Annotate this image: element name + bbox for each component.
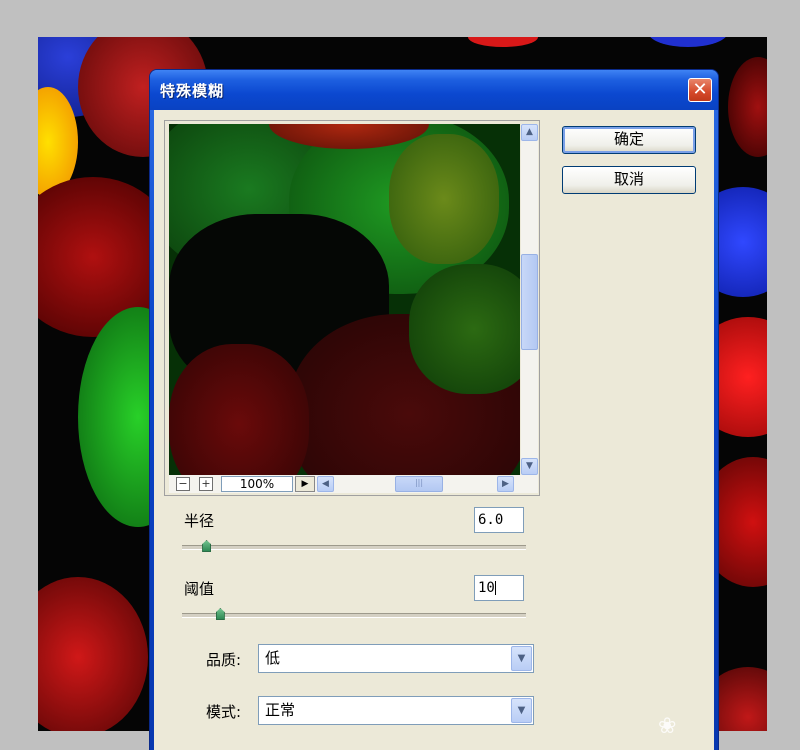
preview-shape: [389, 134, 499, 264]
mode-label: 模式:: [206, 703, 242, 721]
radius-input[interactable]: 6.0: [474, 507, 524, 533]
dialog-title: 特殊模糊: [160, 82, 225, 100]
preview-toolbar: − + 100% ▶ ◀ ||| ▶: [169, 475, 538, 493]
threshold-label: 阈值: [184, 580, 215, 598]
vertical-scroll-thumb[interactable]: [521, 254, 538, 350]
scroll-right-button[interactable]: ▶: [497, 476, 514, 492]
horizontal-scroll-thumb[interactable]: |||: [395, 476, 443, 492]
chevron-down-icon: ▼: [526, 461, 533, 471]
scroll-down-button[interactable]: ▼: [521, 458, 538, 475]
mode-dropdown-button[interactable]: ▼: [511, 698, 532, 723]
mode-select[interactable]: 正常 ▼: [258, 696, 534, 725]
grip-icon: |||: [414, 478, 424, 487]
chevron-up-icon: ▲: [526, 127, 533, 137]
close-icon: ✕: [692, 79, 708, 100]
quality-value: 低: [265, 649, 281, 667]
preview-image[interactable]: [169, 124, 520, 475]
chevron-down-icon: ▼: [517, 705, 526, 716]
triangle-right-icon: ▶: [301, 479, 309, 489]
dialog-body: ▲ ▼ − + 100% ▶ ◀ ||| ▶ 确定 取消 半径 6.0 阈值 1…: [154, 110, 714, 750]
chevron-down-icon: ▼: [517, 653, 526, 664]
zoom-in-button[interactable]: +: [199, 477, 213, 491]
mode-value: 正常: [265, 701, 296, 719]
chevron-left-icon: ◀: [322, 479, 329, 489]
quality-label: 品质:: [206, 651, 242, 669]
zoom-menu-button[interactable]: ▶: [295, 476, 315, 492]
zoom-level-field[interactable]: 100%: [221, 476, 293, 492]
threshold-slider-thumb[interactable]: [215, 608, 225, 620]
quality-dropdown-button[interactable]: ▼: [511, 646, 532, 671]
scroll-up-button[interactable]: ▲: [521, 124, 538, 141]
preview-panel: ▲ ▼ − + 100% ▶ ◀ ||| ▶: [164, 120, 540, 496]
threshold-slider-track[interactable]: [182, 613, 526, 618]
canvas-blob: [38, 577, 148, 731]
special-blur-dialog: 特殊模糊 ✕ ▲ ▼ − + 100% ▶ ◀ ||| ▶ 确定 取消 半径 6…: [150, 70, 718, 750]
zoom-out-button[interactable]: −: [176, 477, 190, 491]
ok-button[interactable]: 确定: [562, 126, 696, 154]
close-button[interactable]: ✕: [688, 78, 712, 102]
cancel-button[interactable]: 取消: [562, 166, 696, 194]
minus-icon: −: [178, 477, 188, 490]
radius-label: 半径: [184, 512, 215, 530]
vertical-scrollbar[interactable]: ▲ ▼: [521, 124, 538, 475]
title-bar[interactable]: 特殊模糊 ✕: [150, 70, 718, 110]
threshold-input[interactable]: 10: [474, 575, 524, 601]
quality-select[interactable]: 低 ▼: [258, 644, 534, 673]
canvas-blob: [728, 57, 767, 157]
scroll-left-button[interactable]: ◀: [317, 476, 334, 492]
chevron-right-icon: ▶: [502, 479, 509, 489]
canvas-blob: [648, 37, 728, 47]
plus-icon: +: [201, 477, 211, 490]
threshold-value: 10: [478, 580, 495, 596]
preview-shape: [409, 264, 520, 394]
canvas-blob: [468, 37, 538, 47]
paw-icon: ❀: [658, 714, 677, 739]
text-cursor: [494, 581, 496, 595]
radius-slider-thumb[interactable]: [202, 540, 212, 552]
radius-slider-track[interactable]: [182, 545, 526, 550]
preview-shape: [169, 344, 309, 475]
